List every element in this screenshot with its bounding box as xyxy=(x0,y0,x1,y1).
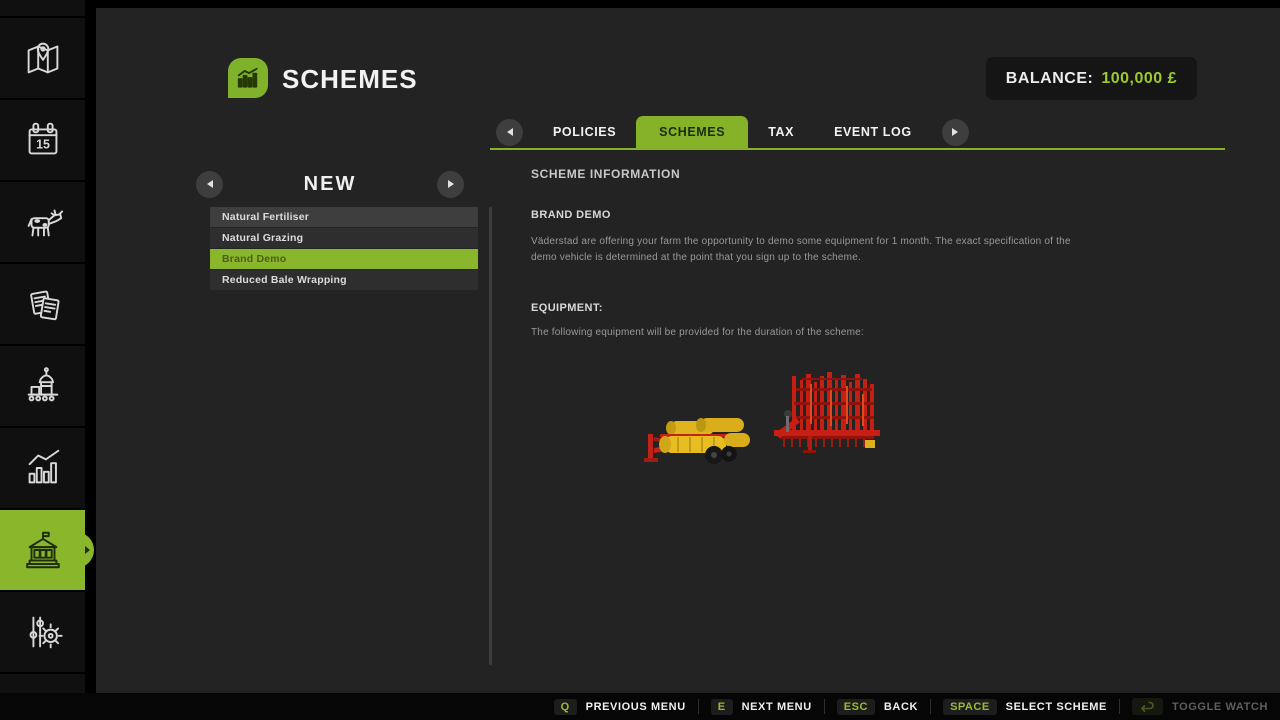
sidebar-item-map[interactable] xyxy=(0,18,85,98)
sidebar-item-finances[interactable] xyxy=(0,510,85,590)
enter-key-icon xyxy=(1132,698,1163,715)
bank-icon xyxy=(20,527,66,573)
hint-separator xyxy=(698,699,699,714)
arrow-left-icon xyxy=(507,128,513,136)
hint-separator xyxy=(1119,699,1120,714)
calendar-icon: 15 xyxy=(20,117,66,163)
key-e: E xyxy=(711,699,733,715)
tabs-prev-button[interactable] xyxy=(496,119,523,146)
sidebar: 15 xyxy=(0,0,85,693)
production-icon xyxy=(20,363,66,409)
hint-toggle-watch: TOGGLE WATCH xyxy=(1132,698,1268,715)
tab-navigation: POLICIES SCHEMES TAX EVENT LOG xyxy=(496,116,969,148)
tabs: POLICIES SCHEMES TAX EVENT LOG xyxy=(533,116,932,148)
statistics-icon xyxy=(20,445,66,491)
sidebar-item-animals[interactable] xyxy=(0,182,85,262)
tab-underline xyxy=(490,148,1225,150)
selected-notch-arrow-icon xyxy=(85,546,90,554)
arrow-left-icon xyxy=(207,180,213,188)
hint-back[interactable]: ESC BACK xyxy=(837,699,918,715)
sidebar-partial-cell-bottom xyxy=(0,674,85,693)
hint-label: SELECT SCHEME xyxy=(1006,701,1107,713)
hint-label: PREVIOUS MENU xyxy=(586,701,686,713)
red-cultivator-implement-image xyxy=(772,370,888,458)
sidebar-item-contracts[interactable] xyxy=(0,264,85,344)
bar-chart-icon xyxy=(235,65,261,91)
hint-separator xyxy=(824,699,825,714)
schemes-bubble-icon xyxy=(228,58,268,98)
key-space: SPACE xyxy=(943,699,997,715)
main-panel: SCHEMES BALANCE: 100,000 £ POLICIES SCHE… xyxy=(96,8,1280,693)
scheme-list-title: NEW xyxy=(223,173,437,196)
equipment-note: The following equipment will be provided… xyxy=(531,327,864,338)
tab-tax[interactable]: TAX xyxy=(748,116,814,148)
hint-previous-menu[interactable]: Q PREVIOUS MENU xyxy=(554,699,686,715)
cow-icon xyxy=(20,199,66,245)
balance-value: 100,000 £ xyxy=(1101,70,1177,88)
list-item-natural-grazing[interactable]: Natural Grazing xyxy=(210,228,478,248)
hint-label: TOGGLE WATCH xyxy=(1172,701,1268,713)
settings-icon xyxy=(20,609,66,655)
hint-select-scheme[interactable]: SPACE SELECT SCHEME xyxy=(943,699,1107,715)
hint-label: BACK xyxy=(884,701,918,713)
contracts-icon xyxy=(20,281,66,327)
sidebar-item-settings[interactable] xyxy=(0,592,85,672)
hint-separator xyxy=(930,699,931,714)
scheme-info-title: SCHEME INFORMATION xyxy=(531,167,680,181)
map-icon xyxy=(20,35,66,81)
arrow-right-icon xyxy=(952,128,958,136)
scheme-list: Natural Fertiliser Natural Grazing Brand… xyxy=(210,207,478,291)
page-title: SCHEMES xyxy=(282,61,418,97)
tab-schemes[interactable]: SCHEMES xyxy=(636,116,748,148)
sidebar-item-calendar[interactable]: 15 xyxy=(0,100,85,180)
hotkey-bar: Q PREVIOUS MENU E NEXT MENU ESC BACK SPA… xyxy=(0,693,1280,720)
balance-label: BALANCE: xyxy=(1006,70,1094,88)
balance-badge: BALANCE: 100,000 £ xyxy=(986,57,1197,100)
scheme-description: Väderstad are offering your farm the opp… xyxy=(531,234,1071,265)
key-q: Q xyxy=(554,699,577,715)
tab-policies[interactable]: POLICIES xyxy=(533,116,636,148)
tab-event-log[interactable]: EVENT LOG xyxy=(814,116,932,148)
scheme-list-header: NEW xyxy=(196,170,464,198)
list-item-natural-fertiliser[interactable]: Natural Fertiliser xyxy=(210,207,478,227)
scheme-name: BRAND DEMO xyxy=(531,209,611,221)
list-scrollbar[interactable] xyxy=(489,207,492,665)
sidebar-partial-cell xyxy=(0,0,85,16)
hint-next-menu[interactable]: E NEXT MENU xyxy=(711,699,812,715)
list-item-reduced-bale-wrapping[interactable]: Reduced Bale Wrapping xyxy=(210,270,478,290)
sidebar-item-statistics[interactable] xyxy=(0,428,85,508)
yellow-roller-implement-image xyxy=(640,408,752,470)
list-item-brand-demo[interactable]: Brand Demo xyxy=(210,249,478,269)
calendar-day-label: 15 xyxy=(36,138,50,152)
arrow-right-icon xyxy=(448,180,454,188)
hint-label: NEXT MENU xyxy=(742,701,812,713)
tabs-next-button[interactable] xyxy=(942,119,969,146)
key-esc: ESC xyxy=(837,699,875,715)
list-next-button[interactable] xyxy=(437,171,464,198)
list-prev-button[interactable] xyxy=(196,171,223,198)
equipment-heading: EQUIPMENT: xyxy=(531,302,603,314)
sidebar-item-production[interactable] xyxy=(0,346,85,426)
